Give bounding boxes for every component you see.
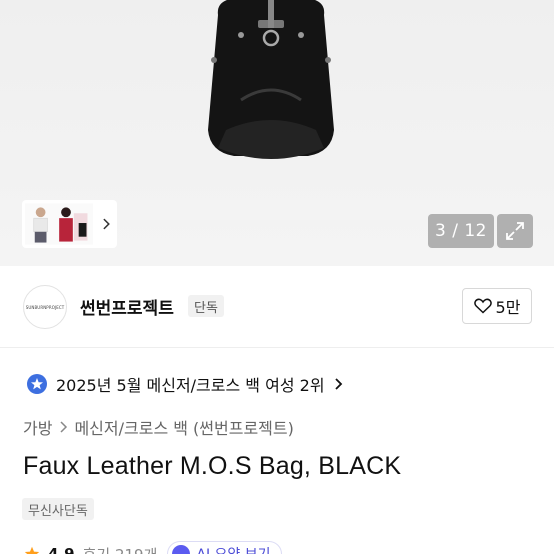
review-count[interactable]: 후기 219개 [83,544,158,554]
thumbnail-strip[interactable] [22,200,117,248]
expand-button[interactable] [497,214,533,248]
product-photo-bag [208,0,334,159]
rating-value: 4.9 [48,545,75,554]
product-image-gallery[interactable]: 3 / 12 [0,0,554,266]
exclusive-badge: 단독 [188,295,224,317]
breadcrumb-category[interactable]: 메신저/크로스 백 (썬번프로젝트) [74,415,293,439]
breadcrumb: 가방 메신저/크로스 백 (썬번프로젝트) [23,415,294,439]
product-title: Faux Leather M.O.S Bag, BLACK [23,452,402,480]
ranking-link[interactable]: 2025년 5월 메신저/크로스 백 여성 2위 [26,372,345,396]
breadcrumb-root[interactable]: 가방 [23,415,52,439]
musinsa-exclusive-badge: 무신사단독 [22,498,94,520]
star-icon [24,546,40,554]
chevron-right-icon[interactable] [99,217,113,231]
heart-icon [473,298,492,314]
brand-name[interactable]: 썬번프로젝트 [80,294,174,319]
chevron-right-icon [60,421,68,433]
ai-summary-button[interactable]: AI 요약 보기 [167,541,282,554]
brand-logo[interactable]: SUNBURNPROJECT [23,285,67,329]
ai-summary-label: AI 요약 보기 [196,544,270,554]
ranking-text: 2025년 5월 메신저/크로스 백 여성 2위 [56,376,325,395]
brand-logo-text: SUNBURNPROJECT [25,304,65,310]
image-counter: 3 / 12 [428,214,494,248]
thumbnail-images[interactable] [25,203,94,245]
ai-icon [172,545,191,554]
expand-icon [506,222,524,240]
chevron-right-icon [334,378,342,390]
rating-row[interactable]: 4.9 후기 219개 AI 요약 보기 [24,541,282,554]
brand-like-button[interactable]: 5만 [462,288,532,324]
like-count: 5만 [495,298,521,317]
brand-section: SUNBURNPROJECT 썬번프로젝트 단독 5만 [0,266,554,348]
medal-star-icon [27,374,47,394]
